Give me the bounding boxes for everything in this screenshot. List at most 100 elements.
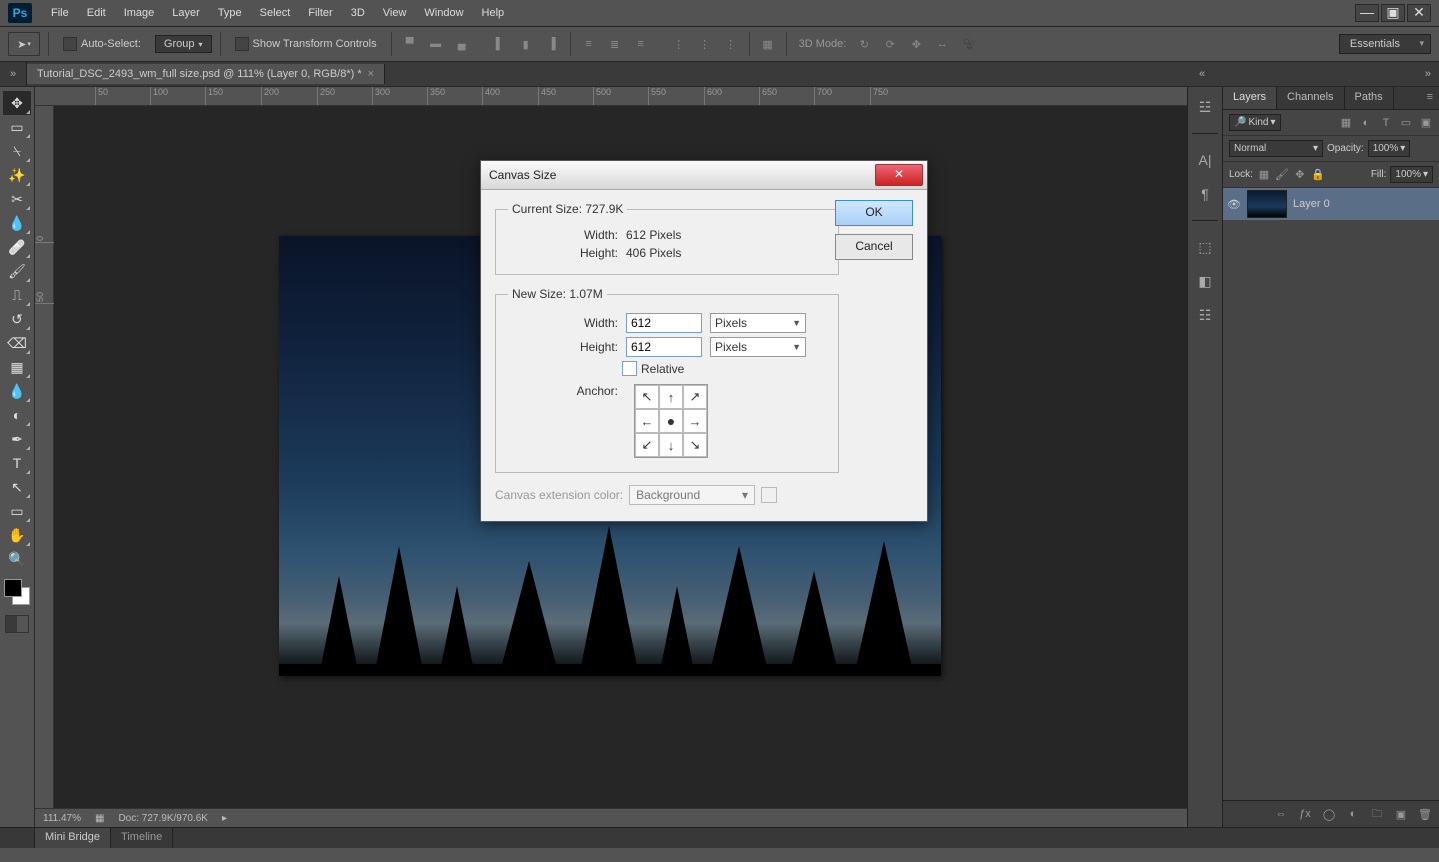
zoom-tool[interactable]: 🔍 xyxy=(3,547,31,571)
auto-select-target-select[interactable]: Group▾ xyxy=(155,35,212,53)
new-layer-icon[interactable]: ▣ xyxy=(1393,808,1409,821)
hand-tool[interactable]: ✋ xyxy=(3,523,31,547)
distribute-hcenter-icon[interactable]: ⋮ xyxy=(695,34,715,54)
distribute-top-icon[interactable]: ≡ xyxy=(579,34,599,54)
delete-layer-icon[interactable]: 🗑 xyxy=(1417,808,1433,821)
adjustment-layer-icon[interactable]: ◐ xyxy=(1345,808,1361,820)
window-maximize-button[interactable]: ▣ xyxy=(1381,4,1405,22)
info-panel-icon[interactable]: ☷ xyxy=(1193,303,1217,327)
menu-type[interactable]: Type xyxy=(209,7,251,19)
close-tab-icon[interactable]: × xyxy=(368,68,374,80)
menu-filter[interactable]: Filter xyxy=(299,7,341,19)
menu-window[interactable]: Window xyxy=(415,7,472,19)
panel-menu-icon[interactable]: » xyxy=(1215,68,1439,80)
anchor-sw[interactable]: ↙ xyxy=(635,433,659,457)
properties-panel-icon[interactable]: ◧ xyxy=(1193,269,1217,293)
extension-color-select[interactable]: Background▾ xyxy=(629,485,755,505)
show-transform-checkbox[interactable]: Show Transform Controls xyxy=(229,37,383,51)
menu-layer[interactable]: Layer xyxy=(163,7,209,19)
auto-select-checkbox[interactable]: Auto-Select: xyxy=(57,37,147,51)
menu-3d[interactable]: 3D xyxy=(342,7,374,19)
visibility-toggle-icon[interactable]: 👁 xyxy=(1227,198,1241,211)
ok-button[interactable]: OK xyxy=(835,200,913,226)
workspace-select[interactable]: Essentials xyxy=(1339,34,1431,54)
lock-all-icon[interactable]: 🔒 xyxy=(1311,168,1325,182)
lasso-tool[interactable]: ⍀ xyxy=(3,139,31,163)
dodge-tool[interactable]: ◐ xyxy=(3,403,31,427)
quick-mask-toggle[interactable] xyxy=(5,615,29,633)
history-brush-tool[interactable]: ↺ xyxy=(3,307,31,331)
dialog-close-button[interactable]: ✕ xyxy=(875,164,923,186)
align-bottom-icon[interactable]: ▄ xyxy=(452,34,472,54)
relative-checkbox[interactable] xyxy=(622,361,637,376)
shape-tool[interactable]: ▭ xyxy=(3,499,31,523)
cancel-button[interactable]: Cancel xyxy=(835,234,913,260)
color-swatches[interactable] xyxy=(4,579,30,605)
align-right-icon[interactable]: ▐ xyxy=(542,34,562,54)
eraser-tool[interactable]: ⌫ xyxy=(3,331,31,355)
dialog-titlebar[interactable]: Canvas Size ✕ xyxy=(481,161,927,190)
foreground-color-swatch[interactable] xyxy=(4,579,22,597)
menu-view[interactable]: View xyxy=(374,7,416,19)
3d-pan-icon[interactable]: ✥ xyxy=(906,34,926,54)
gradient-tool[interactable]: ▦ xyxy=(3,355,31,379)
filter-pixel-icon[interactable]: ▦ xyxy=(1339,116,1353,130)
anchor-grid[interactable]: ↖ ↑ ↗ ← ● → ↙ ↓ ↘ xyxy=(634,384,708,458)
layer-thumbnail[interactable] xyxy=(1247,190,1287,218)
panel-menu-icon[interactable]: ≡ xyxy=(1421,87,1439,109)
layer-style-icon[interactable]: ƒx xyxy=(1297,808,1313,820)
history-panel-icon[interactable]: ☳ xyxy=(1193,95,1217,119)
width-unit-select[interactable]: Pixels▼ xyxy=(710,313,806,333)
lock-pixels-icon[interactable]: 🖌 xyxy=(1275,168,1289,182)
distribute-left-icon[interactable]: ⋮ xyxy=(669,34,689,54)
window-close-button[interactable]: ✕ xyxy=(1407,4,1431,22)
fill-value[interactable]: 100% ▾ xyxy=(1390,166,1433,183)
tab-layers[interactable]: Layers xyxy=(1223,87,1277,109)
collapse-panels-icon[interactable]: « xyxy=(1189,68,1215,80)
filter-smart-icon[interactable]: ▣ xyxy=(1419,116,1433,130)
status-menu-icon[interactable]: ▸ xyxy=(222,813,227,824)
document-tab[interactable]: Tutorial_DSC_2493_wm_full size.psd @ 111… xyxy=(27,64,385,84)
marquee-tool[interactable]: ▭ xyxy=(3,115,31,139)
tab-mini-bridge[interactable]: Mini Bridge xyxy=(35,828,111,848)
lock-position-icon[interactable]: ✥ xyxy=(1293,168,1307,182)
blur-tool[interactable]: 💧 xyxy=(3,379,31,403)
distribute-vcenter-icon[interactable]: ≣ xyxy=(605,34,625,54)
opacity-value[interactable]: 100% ▾ xyxy=(1368,140,1411,157)
window-minimize-button[interactable]: — xyxy=(1355,4,1379,22)
magic-wand-tool[interactable]: ✨ xyxy=(3,163,31,187)
tab-paths[interactable]: Paths xyxy=(1345,87,1394,109)
anchor-ne[interactable]: ↗ xyxy=(683,385,707,409)
eyedropper-tool[interactable]: 💧 xyxy=(3,211,31,235)
anchor-e[interactable]: → xyxy=(683,409,707,433)
blend-mode-select[interactable]: Normal▾ xyxy=(1229,140,1323,157)
width-input[interactable] xyxy=(626,313,702,333)
align-top-icon[interactable]: ▀ xyxy=(400,34,420,54)
tool-preset-picker[interactable]: ➤▾ xyxy=(8,32,40,56)
layer-filter-select[interactable]: 🔎 Kind ▾ xyxy=(1229,114,1281,131)
path-select-tool[interactable]: ↖ xyxy=(3,475,31,499)
expand-panels-icon[interactable]: » xyxy=(0,62,27,86)
pen-tool[interactable]: ✒ xyxy=(3,427,31,451)
move-tool[interactable]: ✥ xyxy=(3,91,31,115)
anchor-n[interactable]: ↑ xyxy=(659,385,683,409)
character-panel-icon[interactable]: A| xyxy=(1193,148,1217,172)
link-layers-icon[interactable]: ⇔ xyxy=(1273,808,1289,820)
menu-edit[interactable]: Edit xyxy=(78,7,115,19)
menu-image[interactable]: Image xyxy=(115,7,164,19)
crop-tool[interactable]: ✂ xyxy=(3,187,31,211)
filter-type-icon[interactable]: T xyxy=(1379,116,1393,130)
height-unit-select[interactable]: Pixels▼ xyxy=(710,337,806,357)
align-hcenter-icon[interactable]: ▮ xyxy=(516,34,536,54)
paragraph-panel-icon[interactable]: ¶ xyxy=(1193,182,1217,206)
brush-tool[interactable]: 🖌 xyxy=(3,259,31,283)
menu-select[interactable]: Select xyxy=(251,7,300,19)
extension-color-swatch[interactable] xyxy=(761,487,777,503)
anchor-nw[interactable]: ↖ xyxy=(635,385,659,409)
menu-help[interactable]: Help xyxy=(473,7,514,19)
tab-timeline[interactable]: Timeline xyxy=(111,828,173,848)
align-vcenter-icon[interactable]: ▬ xyxy=(426,34,446,54)
layer-mask-icon[interactable]: ◯ xyxy=(1321,808,1337,821)
distribute-right-icon[interactable]: ⋮ xyxy=(721,34,741,54)
anchor-s[interactable]: ↓ xyxy=(659,433,683,457)
